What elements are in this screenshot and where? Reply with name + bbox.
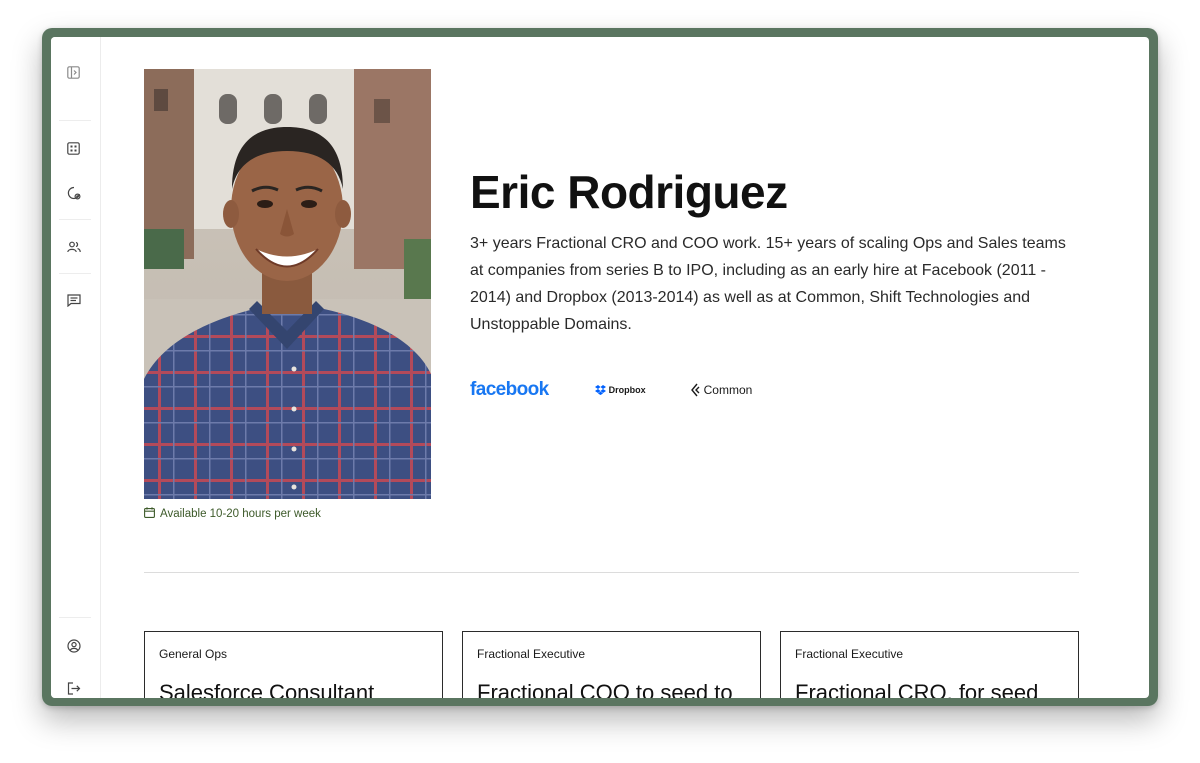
company-logos: facebook Dropbox Common [470,377,752,403]
dropbox-icon [594,385,606,395]
sidebar-separator [59,273,91,274]
availability-text: Available 10-20 hours per week [160,508,321,520]
job-card-title: Fractional CRO, for seed [795,680,1039,698]
profile-name: Eric Rodriguez [470,166,788,218]
job-card-category: Fractional Executive [477,647,586,661]
user-circle-icon[interactable] [65,637,82,654]
section-divider [144,572,1079,573]
logout-icon[interactable] [65,680,82,697]
common-logo: Common [690,383,753,397]
job-card[interactable]: Fractional Executive Fractional COO to s… [462,631,761,698]
message-icon[interactable] [65,292,82,309]
common-logo-text: Common [703,383,753,397]
main-content: Available 10-20 hours per week Eric Rodr… [100,37,1149,698]
availability: Available 10-20 hours per week [144,507,321,521]
sidebar [51,37,101,698]
calendar-icon [144,507,155,521]
sidebar-separator [59,617,91,618]
job-card[interactable]: Fractional Executive Fractional CRO, for… [780,631,1079,698]
users-icon[interactable] [65,238,82,255]
job-card-category: Fractional Executive [795,647,904,661]
sidebar-toggle-icon[interactable] [65,64,82,81]
job-card-title: Salesforce Consultant [159,680,375,698]
profile-photo [144,69,431,499]
app-window: Available 10-20 hours per week Eric Rodr… [51,37,1149,698]
grid-icon[interactable] [65,140,82,157]
sidebar-separator [59,219,91,220]
job-card[interactable]: General Ops Salesforce Consultant [144,631,443,698]
facebook-logo: facebook [470,379,549,400]
dropbox-logo-text: Dropbox [608,385,646,395]
job-card-title: Fractional COO to seed to [477,680,733,698]
profile-bio: 3+ years Fractional CRO and COO work. 15… [470,235,1066,333]
sidebar-separator [59,120,91,121]
settings-badge-icon[interactable] [65,184,82,201]
dropbox-logo: Dropbox [594,385,646,395]
common-icon [690,383,700,397]
job-card-category: General Ops [159,647,228,661]
